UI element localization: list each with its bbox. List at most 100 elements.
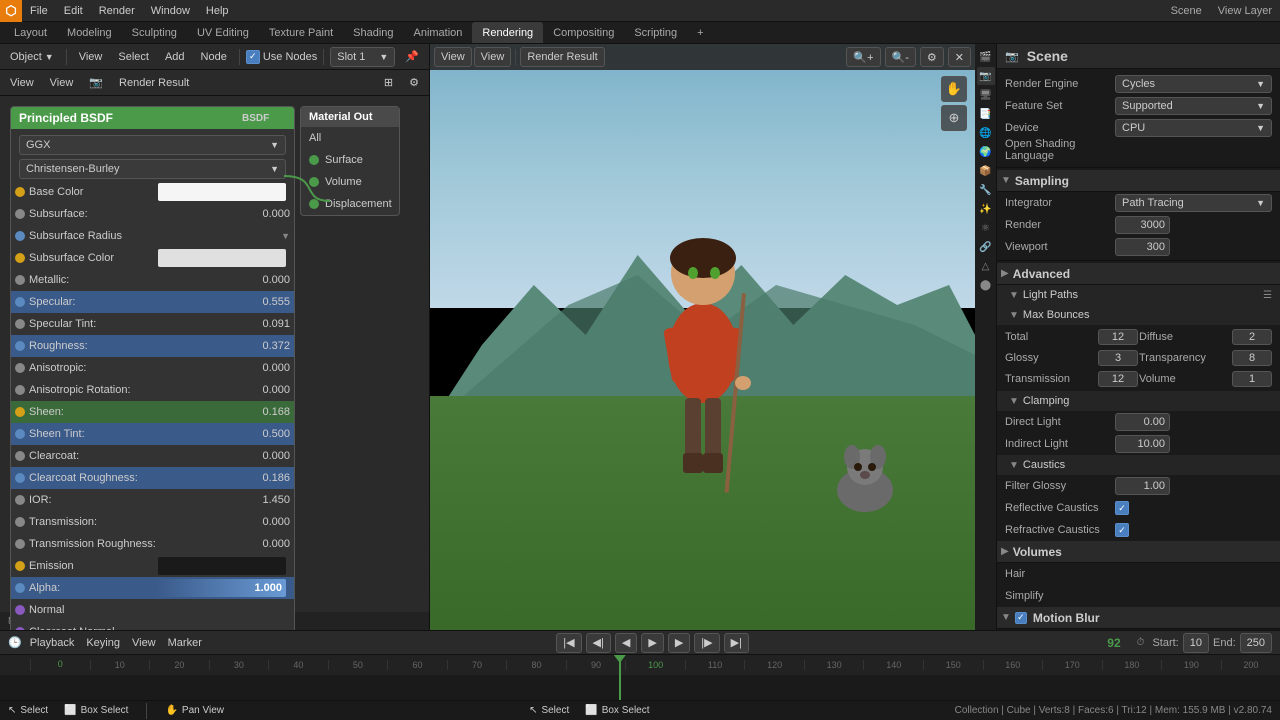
render-result-label[interactable]: Render Result — [113, 73, 195, 93]
alpha-bar[interactable]: 1.000 — [156, 579, 287, 597]
crosshair-icon[interactable]: ⊕ — [941, 105, 967, 131]
box-select2-status[interactable]: ⬜ Box Select — [585, 705, 649, 716]
menu-window[interactable]: Window — [143, 0, 198, 21]
max-bounces-header[interactable]: ▼ Max Bounces — [997, 305, 1280, 325]
direct-light-input[interactable]: 0.00 — [1115, 413, 1170, 431]
play-btn[interactable]: ▶ — [641, 633, 663, 653]
output-properties-icon[interactable]: 🖥 — [977, 86, 995, 104]
prev-frame-btn[interactable]: ◀ — [615, 633, 637, 653]
device-dropdown[interactable]: CPU ▼ — [1115, 119, 1272, 137]
tab-compositing[interactable]: Compositing — [543, 22, 624, 43]
menu-edit[interactable]: Edit — [56, 0, 91, 21]
tab-add[interactable]: + — [687, 22, 713, 43]
subsurface-value[interactable]: 0.000 — [235, 208, 290, 220]
marker-btn[interactable]: Marker — [164, 637, 206, 649]
pin-btn[interactable]: 📌 — [399, 47, 425, 67]
tab-shading[interactable]: Shading — [343, 22, 403, 43]
bounce-transparency-val[interactable]: 8 — [1232, 350, 1272, 366]
indirect-light-input[interactable]: 10.00 — [1115, 435, 1170, 453]
view-btn[interactable]: View — [4, 73, 40, 93]
select-status[interactable]: ↖ Select — [8, 705, 48, 716]
menu-help[interactable]: Help — [198, 0, 237, 21]
keying-btn[interactable]: Keying — [82, 637, 124, 649]
node-menu[interactable]: Node — [195, 47, 233, 67]
view-menu[interactable]: View — [73, 47, 109, 67]
world-properties-icon[interactable]: 🌍 — [977, 143, 995, 161]
vp-view-btn[interactable]: View — [434, 47, 472, 67]
view-layer-properties-icon[interactable]: 📑 — [977, 105, 995, 123]
bounce-total-val[interactable]: 12 — [1098, 329, 1138, 345]
select-menu[interactable]: Select — [112, 47, 155, 67]
vp-settings[interactable]: ⚙ — [920, 47, 944, 67]
tab-animation[interactable]: Animation — [404, 22, 473, 43]
integrator-dropdown[interactable]: Path Tracing ▼ — [1115, 194, 1272, 212]
pan-status[interactable]: ✋ Pan View — [165, 705, 224, 716]
roughness-value[interactable]: 0.372 — [235, 340, 290, 352]
object-selector[interactable]: Object ▼ — [4, 47, 60, 67]
render-properties-icon[interactable]: 📷 — [977, 67, 995, 85]
data-properties-icon[interactable]: △ — [977, 257, 995, 275]
scene-prop-icon[interactable]: 🌐 — [977, 124, 995, 142]
subsurface-color-input[interactable] — [158, 249, 287, 267]
vp-close[interactable]: ✕ — [948, 47, 971, 67]
icons-btn[interactable]: ⊞ — [378, 73, 399, 93]
hand-icon[interactable]: ✋ — [941, 76, 967, 102]
menu-render[interactable]: Render — [91, 0, 143, 21]
subsurface-method-dropdown[interactable]: Christensen-Burley ▼ — [19, 159, 286, 179]
feature-set-dropdown[interactable]: Supported ▼ — [1115, 97, 1272, 115]
distribution-dropdown[interactable]: GGX ▼ — [19, 135, 286, 155]
clearcoat-rough-value[interactable]: 0.186 — [235, 472, 290, 484]
jump-start-btn[interactable]: |◀ — [556, 633, 581, 653]
viewport[interactable]: View View Render Result 🔍+ 🔍- ⚙ ✕ — [430, 44, 975, 630]
trans-rough-value[interactable]: 0.000 — [235, 538, 290, 550]
motion-blur-header[interactable]: ▼ Motion Blur — [997, 607, 1280, 629]
next-keyframe-btn[interactable]: |▶ — [694, 633, 719, 653]
playback-btn[interactable]: Playback — [26, 637, 79, 649]
specular-value[interactable]: 0.555 — [235, 296, 290, 308]
reflective-caustics-checkbox[interactable] — [1115, 501, 1129, 515]
tab-sculpting[interactable]: Sculpting — [122, 22, 187, 43]
clearcoat-value[interactable]: 0.000 — [235, 450, 290, 462]
bounce-transmission-val[interactable]: 12 — [1098, 371, 1138, 387]
render-samples-input[interactable]: 3000 — [1115, 216, 1170, 234]
scene-properties-icon[interactable]: 🎬 — [977, 48, 995, 66]
node-canvas[interactable]: Principled BSDF BSDF GGX ▼ — [0, 96, 429, 612]
base-color-input[interactable] — [158, 183, 287, 201]
sampling-header[interactable]: ▼ Sampling — [997, 170, 1280, 192]
bounce-glossy-val[interactable]: 3 — [1098, 350, 1138, 366]
volumes-header[interactable]: ▶ Volumes — [997, 541, 1280, 563]
settings-btn[interactable]: ⚙ — [403, 73, 425, 93]
viewport-samples-input[interactable]: 300 — [1115, 238, 1170, 256]
next-frame-btn[interactable]: ▶ — [668, 633, 690, 653]
vp-view2-btn[interactable]: View — [474, 47, 512, 67]
object-properties-icon[interactable]: 📦 — [977, 162, 995, 180]
specular-tint-value[interactable]: 0.091 — [235, 318, 290, 330]
view3-btn[interactable]: View — [44, 73, 80, 93]
anisotropic-rot-value[interactable]: 0.000 — [235, 384, 290, 396]
tab-rendering[interactable]: Rendering — [472, 22, 543, 43]
prev-keyframe-btn[interactable]: ◀| — [586, 633, 611, 653]
clamping-header[interactable]: ▼ Clamping — [997, 391, 1280, 411]
view-btn[interactable]: View — [128, 637, 160, 649]
motion-blur-checkbox[interactable] — [1015, 612, 1027, 624]
sheen-value[interactable]: 0.168 — [235, 406, 290, 418]
bounce-volume-val[interactable]: 1 — [1232, 371, 1272, 387]
start-frame-input[interactable]: 10 — [1183, 633, 1209, 653]
slot-selector[interactable]: Slot 1 ▼ — [330, 47, 395, 67]
filter-glossy-input[interactable]: 1.00 — [1115, 477, 1170, 495]
transmission-value[interactable]: 0.000 — [235, 516, 290, 528]
tab-texture-paint[interactable]: Texture Paint — [259, 22, 343, 43]
menu-file[interactable]: File — [22, 0, 56, 21]
sheen-tint-value[interactable]: 0.500 — [235, 428, 290, 440]
current-frame-display[interactable]: 92 — [1099, 636, 1128, 650]
metallic-value[interactable]: 0.000 — [235, 274, 290, 286]
timeline-area[interactable]: 0 10 20 30 40 50 60 70 80 90 100 110 120… — [0, 655, 1280, 700]
vp-zoom-in[interactable]: 🔍+ — [846, 47, 880, 67]
modifier-properties-icon[interactable]: 🔧 — [977, 181, 995, 199]
tab-uv-editing[interactable]: UV Editing — [187, 22, 259, 43]
advanced-header[interactable]: ▶ Advanced — [997, 263, 1280, 285]
vp-zoom-out[interactable]: 🔍- — [885, 47, 916, 67]
vp-render-result[interactable]: Render Result — [520, 47, 604, 67]
caustics-header[interactable]: ▼ Caustics — [997, 455, 1280, 475]
ior-value[interactable]: 1.450 — [235, 494, 290, 506]
